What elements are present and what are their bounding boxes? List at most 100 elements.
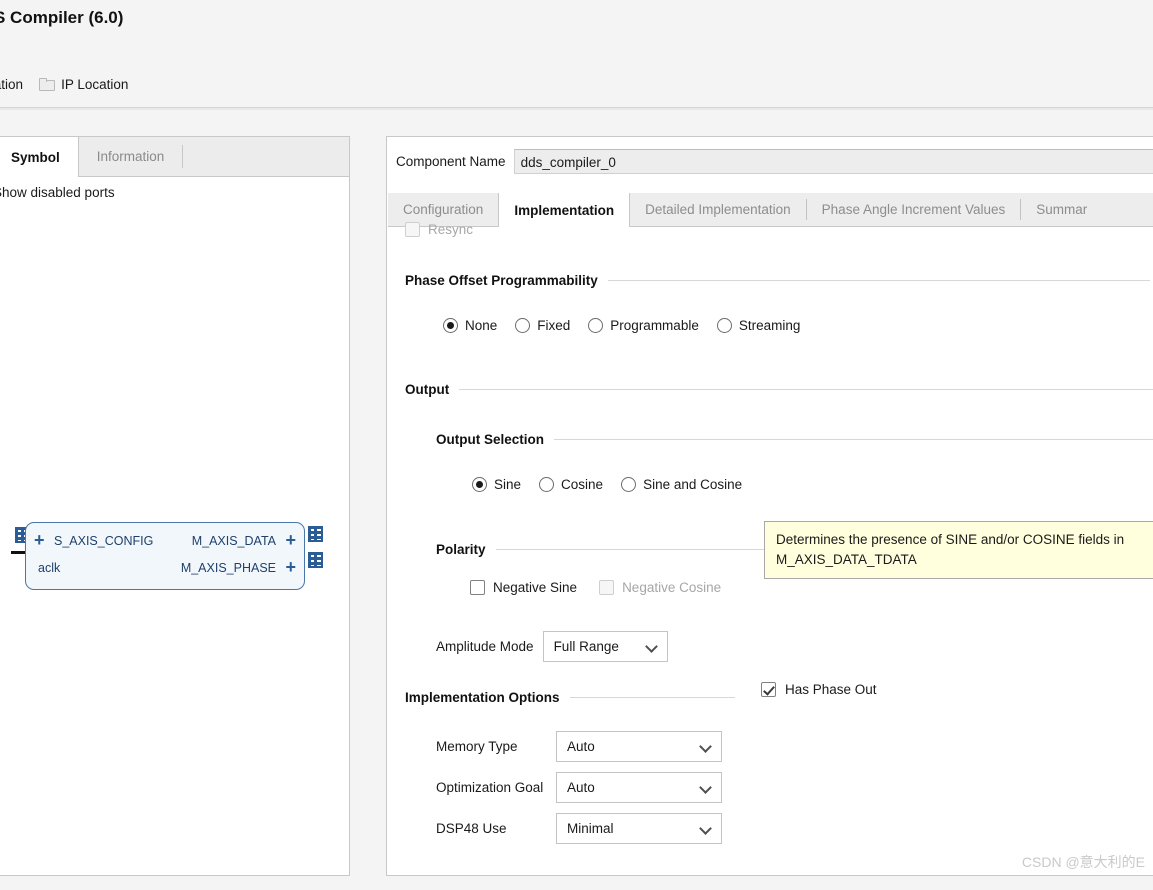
expand-icon-m-axis-data[interactable]: + bbox=[285, 531, 296, 549]
tab-symbol-label: Symbol bbox=[11, 149, 60, 165]
show-disabled-ports-row[interactable]: Show disabled ports bbox=[0, 185, 115, 200]
tab-information[interactable]: Information bbox=[79, 137, 183, 176]
tab-symbol[interactable]: Symbol bbox=[0, 137, 79, 177]
symbol-panel-tabbar: Symbol Information bbox=[0, 137, 349, 177]
polarity-checkbox-group: Negative Sine Negative Cosine bbox=[470, 580, 743, 595]
has-phase-out-label: Has Phase Out bbox=[785, 682, 877, 697]
output-option-sine-and-cosine-label: Sine and Cosine bbox=[643, 477, 743, 492]
tooltip: Determines the presence of SINE and/or C… bbox=[764, 521, 1153, 580]
radio-cosine-icon[interactable] bbox=[539, 477, 555, 492]
section-implementation-options-title: Implementation Options bbox=[405, 690, 560, 705]
toolbar: ocumentation IP Location bbox=[0, 72, 128, 96]
radio-programmable-icon[interactable] bbox=[588, 318, 604, 333]
amplitude-mode-dropdown[interactable]: Full Range bbox=[542, 631, 668, 662]
tab-configuration-label: Configuration bbox=[403, 202, 484, 217]
phase-offset-option-fixed[interactable]: Fixed bbox=[515, 318, 570, 333]
port-label-m-axis-data: M_AXIS_DATA bbox=[191, 534, 276, 548]
tab-phase-angle-increment-values[interactable]: Phase Angle Increment Values bbox=[807, 193, 1021, 226]
bus-connector-m-axis-phase bbox=[308, 552, 323, 568]
has-phase-out-row[interactable]: Has Phase Out bbox=[761, 682, 877, 697]
dsp48-use-row: DSP48 Use Minimal bbox=[436, 813, 722, 844]
has-phase-out-checkbox[interactable] bbox=[761, 682, 776, 697]
dsp48-use-value: Minimal bbox=[567, 821, 614, 836]
amplitude-mode-row: Amplitude Mode Full Range bbox=[436, 631, 668, 662]
phase-offset-option-streaming-label: Streaming bbox=[738, 318, 801, 333]
output-option-sine[interactable]: Sine bbox=[472, 477, 521, 492]
phase-offset-radio-group: None Fixed Programmable Streaming bbox=[443, 318, 818, 333]
section-output-title: Output bbox=[405, 382, 450, 397]
window-title: S Compiler (6.0) bbox=[0, 8, 124, 27]
radio-streaming-icon[interactable] bbox=[716, 318, 732, 333]
tab-implementation-label: Implementation bbox=[514, 202, 615, 218]
section-output-selection: Output Selection bbox=[436, 432, 1153, 447]
output-option-cosine-label: Cosine bbox=[561, 477, 604, 492]
phase-offset-option-streaming[interactable]: Streaming bbox=[716, 318, 801, 333]
chevron-down-icon bbox=[647, 641, 658, 652]
amplitude-mode-value: Full Range bbox=[553, 639, 619, 654]
section-polarity-title: Polarity bbox=[436, 542, 486, 557]
ip-location-button[interactable]: IP Location bbox=[39, 77, 128, 92]
resync-checkbox[interactable] bbox=[405, 222, 420, 237]
bus-connector-m-axis-data bbox=[308, 526, 323, 542]
tab-detailed-implementation-label: Detailed Implementation bbox=[645, 202, 791, 217]
section-phase-offset-title: Phase Offset Programmability bbox=[405, 273, 598, 288]
resync-row[interactable]: Resync bbox=[405, 222, 473, 237]
section-implementation-options: Implementation Options bbox=[405, 690, 735, 705]
resync-label: Resync bbox=[428, 222, 474, 237]
tab-information-label: Information bbox=[96, 149, 165, 164]
tab-implementation[interactable]: Implementation bbox=[498, 193, 631, 227]
tab-summary-label: Summar bbox=[1036, 202, 1088, 217]
documentation-label: ocumentation bbox=[0, 76, 24, 92]
expand-icon-m-axis-phase[interactable]: + bbox=[285, 558, 296, 576]
component-name-row: Component Name dds_compiler_0 bbox=[396, 149, 1153, 174]
output-selection-radio-group: Sine Cosine Sine and Cosine bbox=[472, 477, 760, 492]
radio-sine-icon[interactable] bbox=[472, 477, 487, 492]
output-option-sine-and-cosine[interactable]: Sine and Cosine bbox=[621, 477, 742, 492]
negative-sine-option[interactable]: Negative Sine bbox=[470, 580, 577, 595]
phase-offset-option-none[interactable]: None bbox=[443, 318, 497, 333]
port-label-aclk: aclk bbox=[38, 561, 61, 575]
negative-cosine-option[interactable]: Negative Cosine bbox=[599, 580, 721, 595]
memory-type-dropdown[interactable]: Auto bbox=[556, 731, 722, 762]
optimization-goal-row: Optimization Goal Auto bbox=[436, 772, 722, 803]
output-option-sine-label: Sine bbox=[494, 477, 522, 492]
bottom-strip bbox=[0, 876, 1153, 890]
component-name-label: Component Name bbox=[396, 154, 506, 169]
tab-phase-angle-increment-values-label: Phase Angle Increment Values bbox=[821, 202, 1006, 217]
section-output-selection-rule bbox=[554, 439, 1153, 440]
dsp48-use-label: DSP48 Use bbox=[436, 821, 507, 836]
radio-none-icon[interactable] bbox=[443, 318, 458, 333]
phase-offset-option-programmable-label: Programmable bbox=[610, 318, 699, 333]
section-phase-offset-rule bbox=[607, 280, 1150, 281]
ip-location-label: IP Location bbox=[61, 76, 129, 92]
tab-summary[interactable]: Summar bbox=[1021, 193, 1102, 226]
optimization-goal-value: Auto bbox=[567, 780, 595, 795]
config-tabbar: Configuration Implementation Detailed Im… bbox=[388, 193, 1153, 227]
component-name-input[interactable]: dds_compiler_0 bbox=[513, 149, 1153, 174]
tab-detailed-implementation[interactable]: Detailed Implementation bbox=[630, 193, 806, 226]
radio-fixed-icon[interactable] bbox=[515, 318, 531, 333]
tab-divider bbox=[182, 145, 184, 168]
folder-icon bbox=[39, 78, 56, 91]
memory-type-row: Memory Type Auto bbox=[436, 731, 722, 762]
memory-type-label: Memory Type bbox=[436, 739, 518, 754]
optimization-goal-dropdown[interactable]: Auto bbox=[556, 772, 722, 803]
negative-sine-label: Negative Sine bbox=[493, 580, 578, 595]
configuration-panel: Component Name dds_compiler_0 Configurat… bbox=[386, 136, 1153, 876]
toolbar-divider-shadow bbox=[0, 108, 1153, 110]
symbol-diagram: + S_AXIS_CONFIG aclk M_AXIS_DATA + M_AXI… bbox=[3, 507, 333, 607]
phase-offset-option-programmable[interactable]: Programmable bbox=[588, 318, 699, 333]
section-phase-offset-programmability: Phase Offset Programmability bbox=[405, 273, 1150, 288]
negative-cosine-checkbox[interactable] bbox=[599, 580, 615, 595]
section-implementation-options-rule bbox=[569, 697, 735, 698]
documentation-button[interactable]: ocumentation bbox=[0, 77, 23, 92]
negative-sine-checkbox[interactable] bbox=[470, 580, 485, 595]
section-output-selection-title: Output Selection bbox=[436, 432, 544, 447]
symbol-block: + S_AXIS_CONFIG aclk M_AXIS_DATA + M_AXI… bbox=[25, 522, 305, 590]
chevron-down-icon bbox=[701, 741, 712, 752]
dsp48-use-dropdown[interactable]: Minimal bbox=[556, 813, 722, 844]
output-option-cosine[interactable]: Cosine bbox=[539, 477, 603, 492]
expand-icon-s-axis-config[interactable]: + bbox=[34, 531, 45, 549]
port-label-s-axis-config: S_AXIS_CONFIG bbox=[54, 534, 154, 548]
radio-sine-and-cosine-icon[interactable] bbox=[621, 477, 637, 492]
